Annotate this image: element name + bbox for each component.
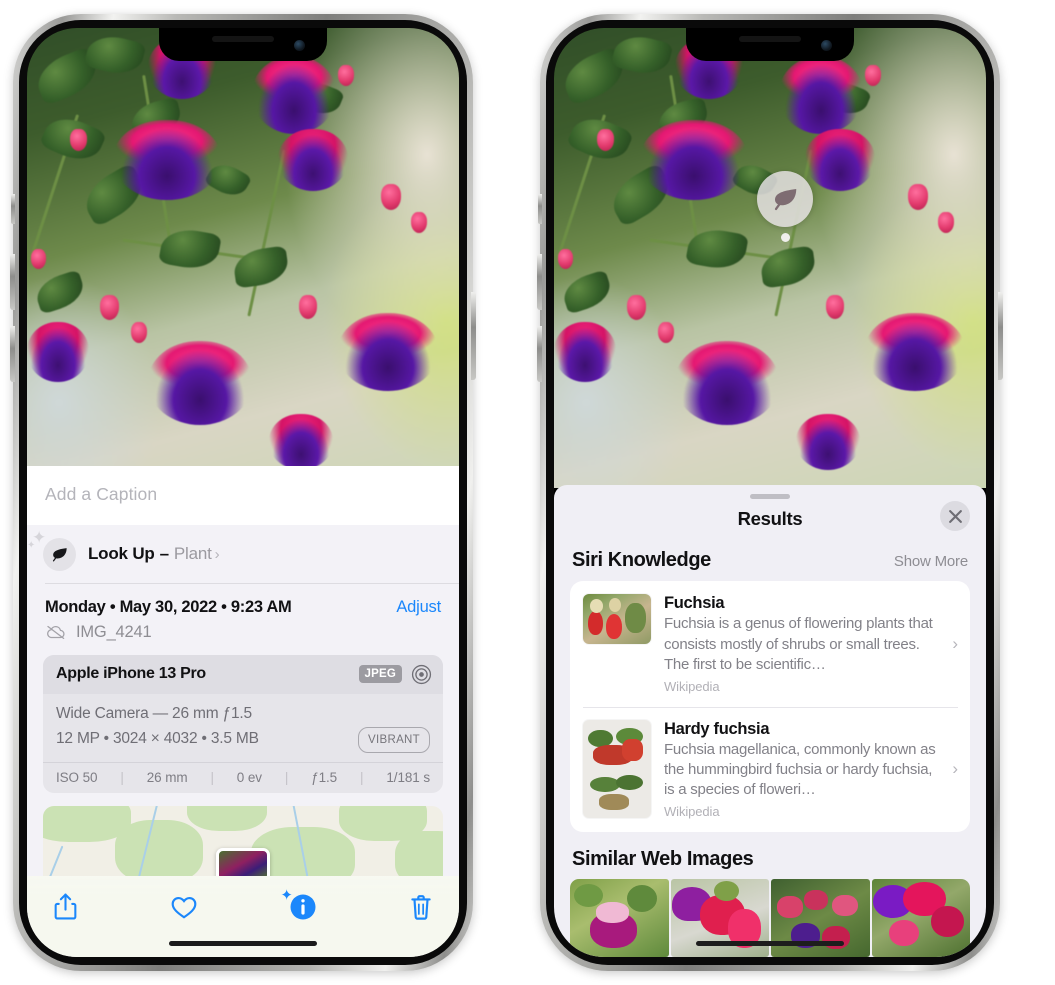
leaf-icon (774, 188, 797, 210)
knowledge-item[interactable]: Hardy fuchsia Fuchsia magellanica, commo… (570, 706, 970, 832)
location-map-strip[interactable] (43, 806, 443, 876)
siri-knowledge-title: Siri Knowledge (572, 549, 711, 572)
photo-details-sheet: Add a Caption ✦ ✦ Look Up – Plant › Mond… (27, 465, 459, 957)
earpiece-speaker (212, 36, 274, 42)
exif-exposure-comp: 0 ev (236, 770, 262, 785)
right-phone-screen: Results Siri Knowledge Show More Fuchsia… (554, 28, 986, 957)
photographic-style-badge: VIBRANT (358, 726, 430, 753)
similar-web-images-title: Similar Web Images (572, 848, 754, 870)
show-more-button[interactable]: Show More (894, 553, 968, 570)
exif-aperture: ƒ1.5 (311, 770, 338, 785)
visual-lookup-badge[interactable] (757, 170, 814, 242)
power-button[interactable] (471, 292, 476, 380)
look-up-label: Look Up (88, 544, 155, 564)
look-up-value: Plant (173, 544, 212, 564)
silence-switch[interactable] (538, 194, 542, 224)
similar-web-images-header: Similar Web Images (554, 832, 986, 879)
favorite-button[interactable] (170, 894, 198, 920)
screenshot-stage: Add a Caption ✦ ✦ Look Up – Plant › Mond… (0, 0, 1055, 985)
siri-knowledge-header: Siri Knowledge Show More (554, 543, 986, 581)
aperture-target-icon (411, 664, 432, 684)
leaf-icon: ✦ ✦ (27, 529, 76, 571)
metadata-header: Apple iPhone 13 Pro JPEG (43, 654, 443, 694)
adjust-button[interactable]: Adjust (396, 598, 441, 617)
volume-down-button[interactable] (10, 326, 15, 382)
exif-separator: | (284, 770, 289, 785)
knowledge-text: Fuchsia Fuchsia is a genus of flowering … (664, 594, 937, 693)
sparkles-icon: ✦ (280, 886, 293, 904)
front-camera-icon (821, 40, 832, 51)
home-indicator[interactable] (696, 941, 844, 946)
cloud-slash-icon (47, 626, 65, 640)
knowledge-title: Fuchsia (664, 594, 725, 613)
volume-down-button[interactable] (537, 326, 542, 382)
filename-text: IMG_4241 (76, 622, 152, 641)
close-icon (948, 510, 962, 523)
results-header: Results (554, 499, 986, 543)
sparkle-small-icon: ✦ (27, 539, 36, 551)
notch (159, 28, 327, 61)
metadata-card[interactable]: Apple iPhone 13 Pro JPEG Wide Camera — 2… (43, 654, 443, 793)
caption-input[interactable]: Add a Caption (27, 465, 459, 525)
format-badge: JPEG (358, 665, 402, 684)
exif-shutter-speed: 1/181 s (386, 770, 430, 785)
left-iphone-device: Add a Caption ✦ ✦ Look Up – Plant › Mond… (10, 14, 476, 971)
metadata-body: Wide Camera — 26 mm ƒ1.5 12 MP • 3024 × … (43, 694, 443, 762)
hardy-fuchsia-specimen-thumb (583, 719, 651, 818)
photo-pin (216, 848, 270, 876)
exif-separator: | (210, 770, 214, 785)
exif-focal-length: 26 mm (146, 770, 188, 785)
front-camera-icon (294, 40, 305, 51)
earpiece-speaker (739, 36, 801, 42)
info-button[interactable]: ✦ (280, 887, 317, 921)
look-up-row[interactable]: ✦ ✦ Look Up – Plant › (27, 525, 459, 584)
siri-knowledge-card: Fuchsia Fuchsia is a genus of flowering … (570, 581, 970, 832)
fuchsia-red-flowers-thumb (583, 594, 651, 645)
similar-image-4[interactable] (871, 879, 970, 957)
knowledge-source: Wikipedia (664, 678, 720, 694)
similar-image-1[interactable] (570, 879, 669, 957)
delete-button[interactable] (409, 893, 433, 921)
exif-row: ISO 50 | 26 mm | 0 ev | ƒ1.5 | 1/181 s (43, 762, 443, 793)
knowledge-text: Hardy fuchsia Fuchsia magellanica, commo… (664, 720, 937, 819)
look-up-separator: – (159, 544, 169, 564)
exif-separator: | (120, 770, 124, 785)
chevron-right-icon: › (952, 759, 958, 779)
photo-fuchsia-plant[interactable] (554, 28, 986, 488)
caption-placeholder: Add a Caption (45, 483, 158, 504)
chevron-right-icon: › (952, 634, 958, 654)
silence-switch[interactable] (11, 194, 15, 224)
notch (686, 28, 854, 61)
close-button[interactable] (940, 501, 970, 532)
info-circle-icon (290, 894, 316, 919)
knowledge-description: Fuchsia is a genus of flowering plants t… (664, 615, 933, 673)
filename-row: IMG_4241 (27, 617, 459, 655)
lens-info: Wide Camera — 26 mm ƒ1.5 (56, 704, 252, 722)
exif-iso: ISO 50 (56, 770, 98, 785)
photo-fuchsia-plant[interactable] (27, 28, 459, 488)
datetime-row: Monday • May 30, 2022 • 9:23 AM Adjust (27, 584, 459, 617)
knowledge-item[interactable]: Fuchsia Fuchsia is a genus of flowering … (570, 581, 970, 706)
power-button[interactable] (998, 292, 1003, 380)
left-phone-screen: Add a Caption ✦ ✦ Look Up – Plant › Mond… (27, 28, 459, 957)
camera-device-name: Apple iPhone 13 Pro (56, 665, 206, 683)
image-specs: 12 MP • 3024 × 4032 • 3.5 MB (56, 730, 259, 748)
knowledge-description: Fuchsia magellanica, commonly known as t… (664, 740, 936, 798)
home-indicator[interactable] (169, 941, 317, 946)
results-title: Results (737, 508, 803, 530)
photo-datetime: Monday • May 30, 2022 • 9:23 AM (45, 597, 292, 616)
exif-separator: | (360, 770, 364, 785)
photo-toolbar: ✦ (27, 876, 459, 931)
knowledge-title: Hardy fuchsia (664, 719, 770, 738)
right-iphone-device: Results Siri Knowledge Show More Fuchsia… (537, 14, 1003, 971)
chevron-right-icon: › (214, 545, 220, 563)
knowledge-source: Wikipedia (664, 804, 720, 819)
badge-anchor-dot (780, 232, 790, 242)
volume-up-button[interactable] (10, 254, 15, 310)
share-button[interactable] (53, 892, 78, 921)
results-panel: Results Siri Knowledge Show More Fuchsia… (554, 485, 986, 957)
volume-up-button[interactable] (537, 254, 542, 310)
